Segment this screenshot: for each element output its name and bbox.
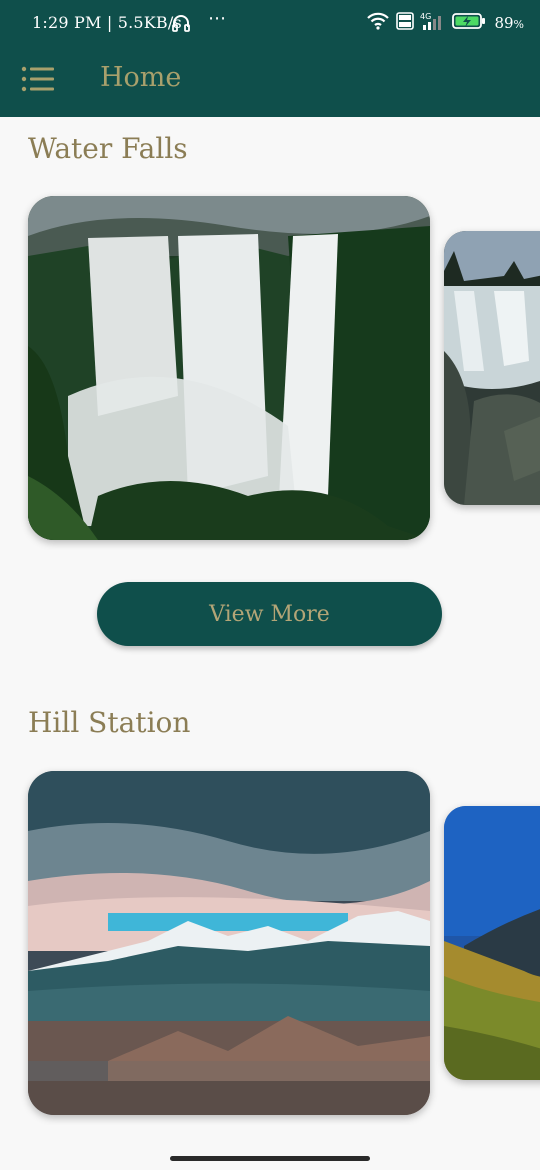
- overflow-dots-icon: ⋯: [208, 8, 227, 29]
- app-bar: Home: [0, 48, 540, 117]
- wifi-icon: [366, 12, 390, 34]
- waterfall-photo[interactable]: [28, 196, 430, 540]
- status-time: 1:29 PM | 5.5KB/s: [32, 13, 182, 32]
- hillstation-carousel[interactable]: [0, 765, 540, 1125]
- section-title-hill-station: Hill Station: [28, 706, 191, 739]
- green-hill-photo[interactable]: [444, 806, 540, 1080]
- list-menu-icon[interactable]: [20, 64, 56, 96]
- view-more-button[interactable]: View More: [97, 582, 442, 646]
- snow-mountain-photo[interactable]: [28, 771, 430, 1115]
- page-title: Home: [100, 62, 182, 93]
- home-indicator[interactable]: [170, 1156, 370, 1161]
- status-bar: 1:29 PM | 5.5KB/s ⋯ 4G 89%: [0, 0, 540, 48]
- section-title-water-falls: Water Falls: [28, 132, 188, 165]
- volte-icon: [396, 12, 415, 34]
- waterfall-rocks-photo[interactable]: [444, 231, 540, 505]
- signal-4g-icon: 4G: [420, 11, 446, 35]
- battery-charging-icon: [452, 12, 486, 34]
- waterfalls-carousel[interactable]: [0, 190, 540, 550]
- svg-text:4G: 4G: [420, 12, 431, 21]
- battery-percent: 89%: [494, 14, 524, 32]
- headphone-icon: [172, 14, 190, 36]
